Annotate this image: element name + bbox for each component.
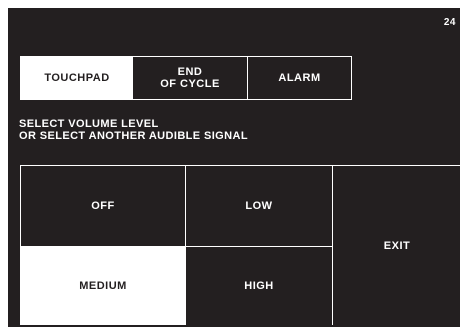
instruction-line-1: SELECT VOLUME LEVEL	[19, 118, 159, 130]
volume-off-button[interactable]: OFF	[21, 166, 186, 247]
tab-end-of-cycle[interactable]: END OF CYCLE	[133, 57, 248, 99]
volume-button-grid: OFF LOW MEDIUM HIGH EXIT	[20, 165, 460, 325]
exit-button[interactable]: EXIT	[333, 166, 460, 325]
instruction-line-2: OR SELECT ANOTHER AUDIBLE SIGNAL	[19, 130, 248, 142]
page-number: 24	[443, 17, 456, 28]
tab-alarm[interactable]: ALARM	[248, 57, 351, 99]
volume-medium-button[interactable]: MEDIUM	[21, 247, 186, 325]
volume-high-button[interactable]: HIGH	[186, 247, 333, 325]
signal-tabs: TOUCHPAD END OF CYCLE ALARM	[20, 56, 352, 100]
instruction-text: SELECT VOLUME LEVEL OR SELECT ANOTHER AU…	[19, 118, 248, 142]
tab-touchpad[interactable]: TOUCHPAD	[21, 57, 133, 99]
volume-low-button[interactable]: LOW	[186, 166, 333, 247]
touchscreen-display: 24 TOUCHPAD END OF CYCLE ALARM SELECT VO…	[8, 8, 460, 327]
